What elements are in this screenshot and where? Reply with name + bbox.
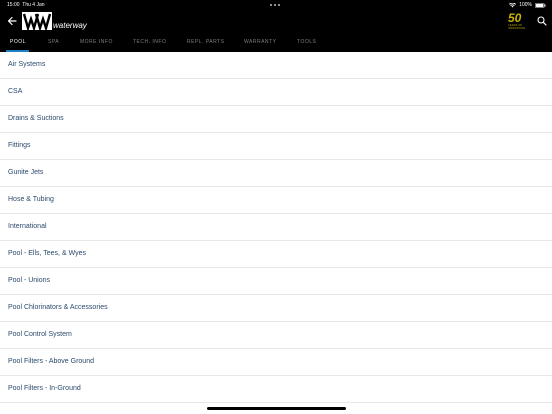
tab-spa[interactable]: SPA [48,39,59,45]
list-item[interactable]: Pool Filters - Above Ground [0,349,552,376]
wifi-icon [509,2,517,7]
anniversary-number: 50 [508,11,522,25]
list-item-label: Drains & Suctions [8,115,64,122]
list-item[interactable]: CSA [0,79,552,106]
tab-tools[interactable]: TOOLS [297,39,316,45]
list-item-label: Pool Chlorinators & Accessories [8,304,108,311]
app-header: 15:00 Thu 4 Jan 100% waterway 50 YEARS O… [0,0,552,52]
anniversary-badge: 50 YEARS OF INNOVATION [508,11,534,30]
battery-icon [535,2,546,8]
category-list: Air Systems CSA Drains & Suctions Fittin… [0,52,552,403]
list-item-label: Pool Filters - In-Ground [8,385,81,392]
list-item[interactable]: Pool - Unions [0,268,552,295]
tab-pool[interactable]: POOL [10,39,26,45]
list-item[interactable]: Fittings [0,133,552,160]
tab-tech-info[interactable]: TECH. INFO [133,39,166,45]
list-item[interactable]: Pool - Ells, Tees, & Wyes [0,241,552,268]
list-item[interactable]: Pool Filters - In-Ground [0,376,552,403]
status-time-date: 15:00 Thu 4 Jan [7,2,45,8]
home-indicator[interactable] [207,407,346,410]
tab-more-info[interactable]: MORE INFO [80,39,113,45]
list-item[interactable]: Gunite Jets [0,160,552,187]
list-item[interactable]: Pool Control System [0,322,552,349]
status-right: 100% [509,2,546,8]
list-item[interactable]: Air Systems [0,52,552,79]
battery-percent: 100% [519,2,532,8]
list-item-label: Hose & Tubing [8,196,54,203]
list-item-label: Fittings [8,142,31,149]
list-item[interactable]: Drains & Suctions [0,106,552,133]
tab-warranty[interactable]: WARRANTY [244,39,276,45]
waterway-mark-icon [22,12,52,30]
search-icon[interactable] [537,16,547,26]
status-time: 15:00 [7,2,20,8]
tab-bar: POOL SPA MORE INFO TECH. INFO REPL. PART… [0,36,552,52]
back-arrow-icon[interactable] [7,15,17,27]
multitask-dots-icon[interactable] [270,4,280,6]
anniversary-text: YEARS OF INNOVATION [508,24,526,30]
tab-repl-parts[interactable]: REPL. PARTS [187,39,225,45]
list-item-label: Pool Control System [8,331,72,338]
list-item[interactable]: International [0,214,552,241]
list-item-label: Gunite Jets [8,169,44,176]
list-item-label: Pool Filters - Above Ground [8,358,94,365]
list-item[interactable]: Hose & Tubing [0,187,552,214]
list-item-label: Air Systems [8,61,46,68]
list-item-label: Pool - Ells, Tees, & Wyes [8,250,87,257]
list-item-label: International [8,223,47,230]
brand-name: waterway [53,21,87,30]
list-item[interactable]: Pool Chlorinators & Accessories [0,295,552,322]
status-date: Thu 4 Jan [22,2,45,8]
list-item-label: CSA [8,88,23,95]
list-item-label: Pool - Unions [8,277,51,284]
waterway-logo: waterway [22,12,87,30]
